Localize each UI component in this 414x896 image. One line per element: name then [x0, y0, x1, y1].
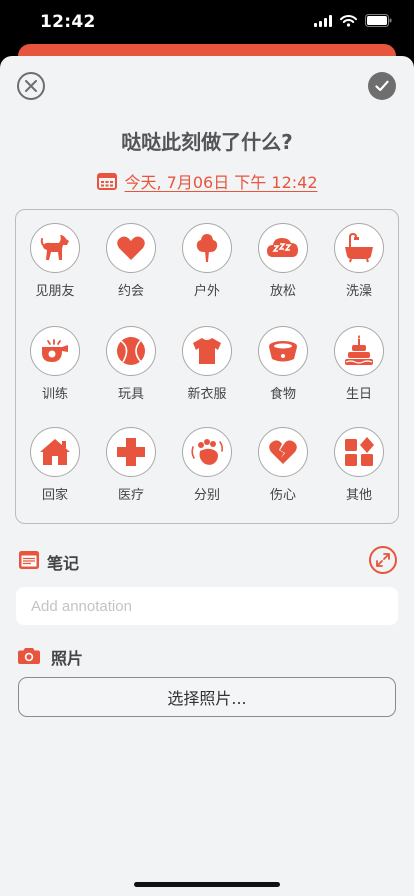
activity-circle — [182, 326, 232, 376]
activity-label: 生日 — [345, 387, 372, 402]
activity-label: 新衣服 — [187, 387, 227, 402]
heart-icon — [117, 236, 145, 260]
activity-circle — [258, 223, 308, 273]
grid-shapes-icon — [345, 437, 374, 466]
activity-label: 分别 — [193, 488, 220, 503]
confirm-button[interactable] — [368, 72, 396, 100]
activity-circle — [106, 223, 156, 273]
activity-medical[interactable]: 医疗 — [93, 427, 169, 503]
activity-new-clothes[interactable]: 新衣服 — [169, 326, 245, 402]
notes-icon — [19, 551, 39, 569]
dog-icon — [40, 235, 69, 260]
activity-circle — [30, 223, 80, 273]
activity-circle — [334, 326, 384, 376]
close-button[interactable] — [17, 72, 45, 100]
activity-farewell[interactable]: 分别 — [169, 427, 245, 503]
activity-label: 医疗 — [117, 488, 144, 503]
expand-notes-button[interactable] — [369, 546, 397, 574]
activity-label: 约会 — [117, 284, 144, 299]
activity-circle — [182, 427, 232, 477]
activity-label: 食物 — [269, 387, 296, 402]
activity-label: 其他 — [345, 488, 372, 503]
shirt-icon — [193, 338, 221, 364]
activity-training[interactable]: 训练 — [17, 326, 93, 402]
activity-label: 放松 — [269, 284, 296, 299]
activity-grid: 见朋友 约会 户外 放松 洗澡 训练 玩具 新衣服 食物 生日 回家 医疗 分别… — [15, 209, 399, 524]
activity-circle — [182, 223, 232, 273]
camera-icon — [18, 648, 40, 664]
activity-other[interactable]: 其他 — [321, 427, 397, 503]
activity-bath[interactable]: 洗澡 — [321, 223, 397, 299]
activity-circle — [334, 427, 384, 477]
expand-icon — [376, 553, 390, 567]
activity-label: 洗澡 — [345, 284, 372, 299]
date-picker[interactable]: 今天, 7月06日 下午 12:42 — [0, 169, 414, 193]
activity-label: 见朋友 — [35, 284, 75, 299]
battery-icon — [365, 14, 392, 27]
ball-icon — [117, 337, 145, 365]
annotation-input[interactable] — [16, 587, 398, 625]
activity-see-friends[interactable]: 见朋友 — [17, 223, 93, 299]
status-bar: 12:42 — [0, 0, 414, 46]
activity-circle — [106, 427, 156, 477]
house-icon — [40, 439, 70, 465]
page-title: 哒哒此刻做了什么? — [121, 130, 293, 154]
food-bowl-icon — [269, 341, 297, 362]
status-time: 12:42 — [40, 12, 96, 32]
add-activity-sheet: 哒哒此刻做了什么? 今天, 7月06日 下午 12:42 见朋友 约会 户外 放… — [0, 56, 414, 896]
cake-icon — [345, 335, 373, 365]
calendar-icon — [96, 173, 117, 190]
notes-label: 笔记 — [47, 554, 80, 573]
signal-icon — [314, 14, 332, 27]
photos-label: 照片 — [51, 649, 84, 668]
activity-date[interactable]: 约会 — [93, 223, 169, 299]
activity-outdoor[interactable]: 户外 — [169, 223, 245, 299]
bathtub-icon — [345, 232, 373, 263]
status-icons — [314, 14, 392, 27]
activity-relax[interactable]: 放松 — [245, 223, 321, 299]
close-icon — [25, 80, 37, 92]
activity-circle — [334, 223, 384, 273]
tree-icon — [196, 234, 218, 262]
activity-toys[interactable]: 玩具 — [93, 326, 169, 402]
paw-wave-icon — [191, 439, 224, 465]
activity-circle — [106, 326, 156, 376]
activity-home[interactable]: 回家 — [17, 427, 93, 503]
medical-cross-icon — [117, 438, 145, 466]
activity-circle — [30, 427, 80, 477]
whistle-icon — [42, 339, 68, 362]
activity-label: 训练 — [41, 387, 68, 402]
activity-label: 伤心 — [269, 488, 296, 503]
activity-sad[interactable]: 伤心 — [245, 427, 321, 503]
home-indicator — [134, 882, 280, 887]
choose-photo-button[interactable]: 选择照片... — [18, 677, 396, 717]
activity-label: 回家 — [41, 488, 68, 503]
broken-heart-icon — [269, 440, 297, 464]
activity-label: 玩具 — [117, 387, 144, 402]
activity-food[interactable]: 食物 — [245, 326, 321, 402]
activity-circle — [258, 427, 308, 477]
checkmark-icon — [375, 80, 389, 92]
activity-birthday[interactable]: 生日 — [321, 326, 397, 402]
sleep-cloud-icon — [267, 238, 298, 257]
activity-label: 户外 — [193, 284, 220, 299]
activity-circle — [30, 326, 80, 376]
wifi-icon — [340, 14, 357, 27]
activity-circle — [258, 326, 308, 376]
date-text: 今天, 7月06日 下午 12:42 — [124, 173, 318, 192]
